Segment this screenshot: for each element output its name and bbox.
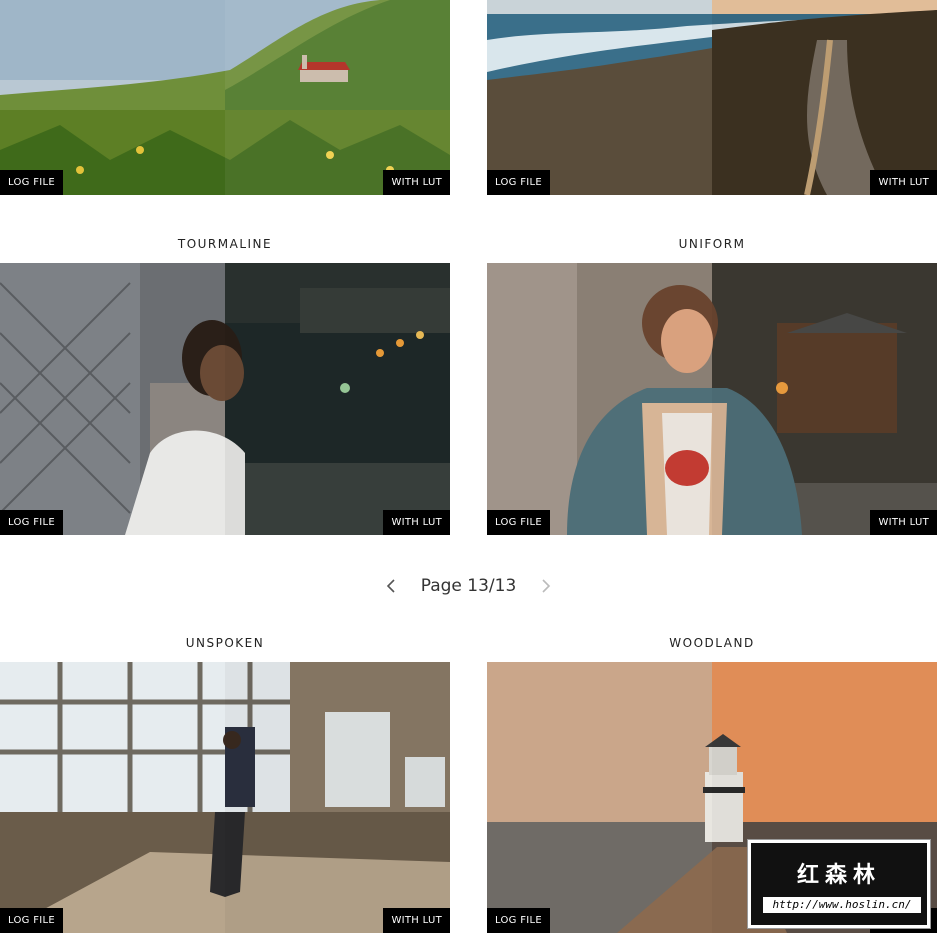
with-lut-tag: WITH LUT: [383, 908, 450, 933]
watermark-text: 红森林: [796, 863, 881, 888]
comparison-image-tourmaline[interactable]: LOG FILE WITH LUT: [0, 263, 450, 535]
comparison-image-uniform[interactable]: LOG FILE WITH LUT: [487, 263, 937, 535]
pagination: Page 13/13: [0, 572, 937, 600]
preset-card-2[interactable]: LOG FILE WITH LUT: [487, 0, 937, 195]
preset-card-unspoken[interactable]: UNSPOKEN LOG FILE WITH LUT: [0, 633, 450, 933]
comparison-image-unspoken[interactable]: LOG FILE WITH LUT: [0, 662, 450, 933]
preset-card-1[interactable]: LOG FILE WITH LUT: [0, 0, 450, 195]
log-file-tag: LOG FILE: [487, 510, 551, 535]
comparison-image-coast-cliff[interactable]: LOG FILE WITH LUT: [487, 0, 937, 195]
with-lut-tag: WITH LUT: [870, 510, 937, 535]
watermark-url: http://www.hoslin.cn/: [763, 897, 921, 913]
preset-title: TOURMALINE: [177, 237, 273, 251]
watermark-logo: 红森林 http://www.hoslin.cn/: [748, 840, 930, 928]
preset-card-uniform[interactable]: UNIFORM LOG FILE WITH LUT: [487, 234, 937, 535]
page-indicator: Page 13/13: [420, 576, 517, 596]
chevron-left-icon: [386, 579, 395, 593]
preset-title: UNIFORM: [678, 237, 746, 251]
previous-page-button[interactable]: [379, 574, 403, 598]
next-page-button[interactable]: [534, 574, 558, 598]
comparison-image-meadow-church[interactable]: LOG FILE WITH LUT: [0, 0, 450, 195]
preset-title: WOODLAND: [669, 636, 755, 650]
preset-title: UNSPOKEN: [185, 636, 265, 650]
log-file-tag: LOG FILE: [487, 908, 551, 933]
with-lut-tag: WITH LUT: [383, 510, 450, 535]
log-file-tag: LOG FILE: [0, 908, 64, 933]
chevron-right-icon: [542, 579, 551, 593]
log-file-tag: LOG FILE: [0, 170, 64, 195]
with-lut-tag: WITH LUT: [383, 170, 450, 195]
with-lut-tag: WITH LUT: [870, 170, 937, 195]
log-file-tag: LOG FILE: [0, 510, 64, 535]
preset-card-tourmaline[interactable]: TOURMALINE LOG FILE WITH LUT: [0, 234, 450, 535]
log-file-tag: LOG FILE: [487, 170, 551, 195]
